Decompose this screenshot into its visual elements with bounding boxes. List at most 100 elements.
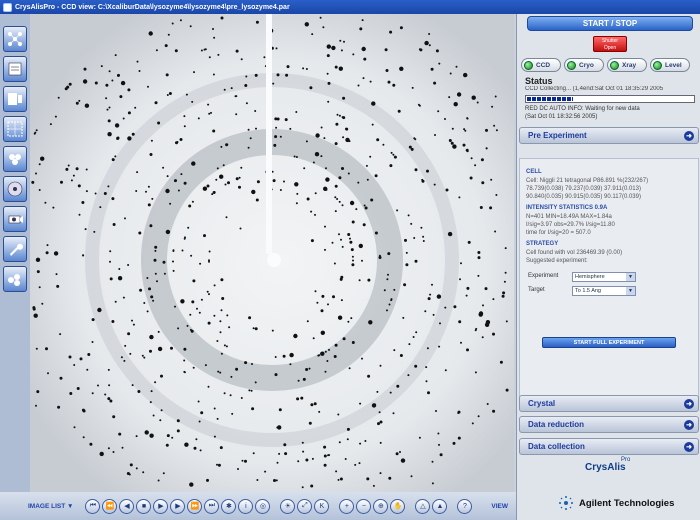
cd-tool-button[interactable]: [3, 176, 27, 202]
measure-button[interactable]: ⤢: [297, 498, 313, 514]
diffraction-spot: [387, 252, 391, 256]
hkl-button[interactable]: ◎: [255, 498, 271, 514]
rewind-button[interactable]: ⏪: [102, 498, 118, 514]
diffraction-spot: [334, 343, 338, 347]
prev-image-button[interactable]: ◀: [119, 498, 135, 514]
molecules-icon: [9, 154, 21, 165]
diffraction-spot: [263, 56, 266, 59]
target-select[interactable]: To 1.5 Ang ▼: [572, 286, 636, 296]
snowflake-button[interactable]: ✱: [221, 498, 237, 514]
k-button[interactable]: K: [314, 498, 330, 514]
diffraction-spot: [289, 363, 292, 366]
diffraction-spot: [302, 377, 306, 381]
diffraction-spot: [338, 66, 343, 71]
diffraction-spot: [107, 119, 111, 123]
diffraction-spot: [183, 115, 186, 118]
play-button[interactable]: ▶: [153, 498, 169, 514]
diffraction-spot: [371, 123, 374, 126]
zoom-area-button[interactable]: ⊕: [373, 498, 389, 514]
diffraction-pattern: [30, 14, 514, 492]
diffraction-spot: [362, 77, 365, 80]
diffraction-spot: [475, 327, 478, 330]
diffraction-spot: [455, 65, 458, 68]
diffraction-spot: [157, 121, 161, 125]
zoom-in-button[interactable]: +: [339, 498, 355, 514]
start-stop-button[interactable]: START / STOP: [527, 16, 693, 31]
camera-tool-button[interactable]: [3, 206, 27, 232]
diffraction-spot: [46, 244, 49, 247]
info-button[interactable]: i: [238, 498, 254, 514]
diffraction-spot: [393, 155, 397, 159]
view-menu[interactable]: VIEW: [491, 503, 508, 510]
pre-experiment-header[interactable]: Pre Experiment ➜: [519, 127, 699, 144]
right-control-panel: START / STOP Shutter Open CCD Cryo Xray …: [516, 14, 700, 520]
molecules2-tool-button[interactable]: [3, 266, 27, 292]
diffraction-spot: [331, 241, 334, 244]
diffraction-spot: [408, 343, 411, 346]
diffraction-spot: [255, 198, 259, 202]
diffraction-spot: [111, 158, 115, 162]
diffraction-spot: [166, 175, 169, 178]
grid-tool-button[interactable]: [3, 116, 27, 142]
pre-experiment-title: Pre Experiment: [528, 131, 587, 140]
diffraction-spot: [342, 136, 345, 139]
diffraction-spot: [206, 478, 209, 482]
diffraction-spot: [146, 277, 149, 279]
diffraction-spot: [417, 103, 420, 106]
diffraction-spot: [484, 322, 490, 327]
diffraction-spot: [177, 189, 180, 192]
ccd-detector-image[interactable]: [30, 14, 514, 492]
diffraction-spot: [358, 243, 363, 249]
diffraction-spot: [235, 95, 238, 98]
diffraction-spot: [305, 68, 308, 70]
diffraction-spot: [505, 388, 509, 392]
diffraction-spot: [283, 180, 285, 183]
wrench-tool-button[interactable]: [3, 236, 27, 262]
zoom-out-button[interactable]: −: [356, 498, 372, 514]
image-data-tool-button[interactable]: [3, 86, 27, 112]
indicator-cryo[interactable]: Cryo: [564, 58, 604, 72]
diffraction-spot: [366, 178, 369, 181]
diffraction-spot: [295, 202, 298, 205]
diffraction-spot: [495, 129, 498, 132]
pan-button[interactable]: ✋: [390, 498, 406, 514]
diffraction-spot: [474, 371, 477, 374]
diffraction-spot: [203, 234, 206, 238]
diffraction-spot: [320, 155, 323, 158]
first-image-button[interactable]: ⏮: [85, 498, 101, 514]
data-reduction-header[interactable]: Data reduction ➜: [519, 416, 699, 433]
indicator-ccd[interactable]: CCD: [521, 58, 561, 72]
mountain-button[interactable]: ▲: [432, 498, 448, 514]
data-collection-header[interactable]: Data collection ➜: [519, 438, 699, 455]
diffraction-spot: [244, 361, 248, 365]
stop-button[interactable]: ■: [136, 498, 152, 514]
indicator-level[interactable]: Level: [650, 58, 690, 72]
diffraction-spot: [334, 184, 338, 188]
app-icon: [3, 2, 12, 12]
start-full-experiment-button[interactable]: START FULL EXPERIMENT: [542, 337, 676, 348]
brightness-button[interactable]: ☀: [280, 498, 296, 514]
left-toolbar: [0, 14, 30, 492]
image-list-menu[interactable]: IMAGE LIST ▼: [28, 503, 73, 510]
diffraction-spot: [426, 347, 429, 350]
diffraction-spot: [320, 309, 324, 313]
diffraction-spot: [204, 364, 207, 367]
experiment-select[interactable]: Hemisphere ▼: [572, 272, 636, 282]
shutter-button[interactable]: Shutter Open: [593, 36, 627, 52]
diffraction-spot: [466, 117, 469, 120]
next-image-button[interactable]: ▶: [170, 498, 186, 514]
diffraction-spot: [331, 45, 336, 51]
last-image-button[interactable]: ⏭: [204, 498, 220, 514]
help-button[interactable]: ?: [457, 498, 473, 514]
diffraction-spot: [217, 463, 221, 467]
document-tool-button[interactable]: [3, 56, 27, 82]
diffraction-spot: [167, 33, 170, 36]
diffraction-spot: [91, 341, 94, 343]
crystal-header[interactable]: Crystal ➜: [519, 395, 699, 412]
triangle-button[interactable]: △: [415, 498, 431, 514]
molecules-tool-button[interactable]: [3, 146, 27, 172]
lattice-tool-button[interactable]: [3, 26, 27, 52]
indicator-xray[interactable]: Xray: [607, 58, 647, 72]
diffraction-spot: [323, 454, 327, 458]
fast-forward-button[interactable]: ⏩: [187, 498, 203, 514]
